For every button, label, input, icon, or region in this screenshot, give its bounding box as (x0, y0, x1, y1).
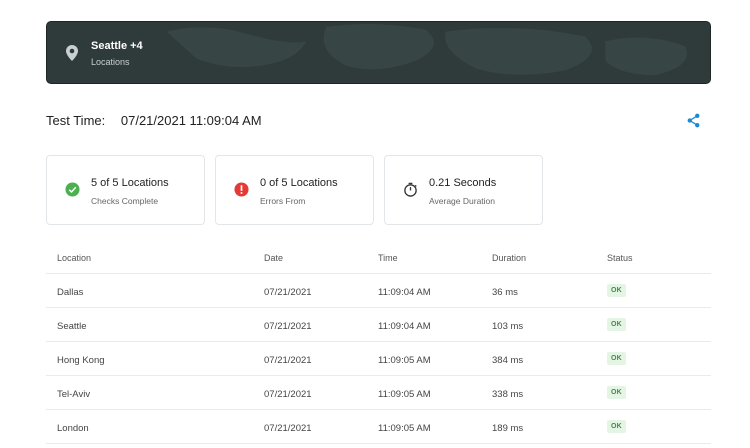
status-badge: OK (607, 318, 626, 331)
map-pin-icon (66, 45, 78, 61)
table-row[interactable]: Dallas 07/21/2021 11:09:04 AM 36 ms OK (46, 274, 711, 308)
cell-duration: 384 ms (492, 355, 524, 366)
table-row[interactable]: Seattle 07/21/2021 11:09:04 AM 103 ms OK (46, 308, 711, 342)
column-header-date[interactable]: Date (264, 253, 283, 263)
cell-time: 11:09:05 AM (378, 355, 431, 366)
card-checks-complete: 5 of 5 Locations Checks Complete (46, 155, 205, 225)
error-circle-icon (234, 182, 249, 197)
cell-duration: 103 ms (492, 321, 524, 332)
status-badge: OK (607, 352, 626, 365)
cell-location: Hong Kong (57, 355, 105, 366)
location-banner: Seattle +4 Locations (46, 21, 711, 84)
card-main-text: 0.21 Seconds (429, 177, 497, 189)
card-sub-text: Checks Complete (91, 196, 159, 206)
cell-date: 07/21/2021 (264, 423, 312, 434)
cell-time: 11:09:05 AM (378, 389, 431, 400)
share-icon[interactable] (686, 113, 701, 128)
banner-title: Seattle +4 (91, 40, 143, 52)
card-sub-text: Average Duration (429, 196, 495, 206)
column-header-location[interactable]: Location (57, 253, 91, 263)
cell-location: Dallas (57, 287, 84, 298)
cell-duration: 338 ms (492, 389, 524, 400)
cell-location: Seattle (57, 321, 87, 332)
cell-date: 07/21/2021 (264, 321, 312, 332)
table-row[interactable]: London 07/21/2021 11:09:05 AM 189 ms OK (46, 410, 711, 444)
test-time-label: Test Time: (46, 113, 106, 128)
cell-date: 07/21/2021 (264, 389, 312, 400)
cell-location: London (57, 423, 89, 434)
cell-time: 11:09:04 AM (378, 287, 431, 298)
status-badge: OK (607, 284, 626, 297)
table-row[interactable]: Hong Kong 07/21/2021 11:09:05 AM 384 ms … (46, 342, 711, 376)
cell-time: 11:09:04 AM (378, 321, 431, 332)
column-header-status[interactable]: Status (607, 253, 633, 263)
banner-subtitle: Locations (91, 57, 130, 67)
status-badge: OK (607, 420, 626, 433)
results-table: Location Date Time Duration Status Dalla… (46, 240, 711, 444)
cell-duration: 189 ms (492, 423, 524, 434)
card-errors: 0 of 5 Locations Errors From (215, 155, 374, 225)
table-header-row: Location Date Time Duration Status (46, 240, 711, 274)
table-row[interactable]: Tel-Aviv 07/21/2021 11:09:05 AM 338 ms O… (46, 376, 711, 410)
cell-location: Tel-Aviv (57, 389, 91, 400)
world-map-background (166, 24, 688, 76)
column-header-duration[interactable]: Duration (492, 253, 526, 263)
test-time: Test Time: 07/21/2021 11:09:04 AM (46, 113, 262, 128)
card-main-text: 0 of 5 Locations (260, 177, 338, 189)
status-badge: OK (607, 386, 626, 399)
check-circle-icon (65, 182, 80, 197)
cell-duration: 36 ms (492, 287, 518, 298)
column-header-time[interactable]: Time (378, 253, 398, 263)
card-average-duration: 0.21 Seconds Average Duration (384, 155, 543, 225)
cell-date: 07/21/2021 (264, 287, 312, 298)
card-main-text: 5 of 5 Locations (91, 177, 169, 189)
cell-date: 07/21/2021 (264, 355, 312, 366)
cell-time: 11:09:05 AM (378, 423, 431, 434)
card-sub-text: Errors From (260, 196, 306, 206)
test-time-value: 07/21/2021 11:09:04 AM (120, 113, 262, 128)
stopwatch-icon (404, 182, 417, 197)
